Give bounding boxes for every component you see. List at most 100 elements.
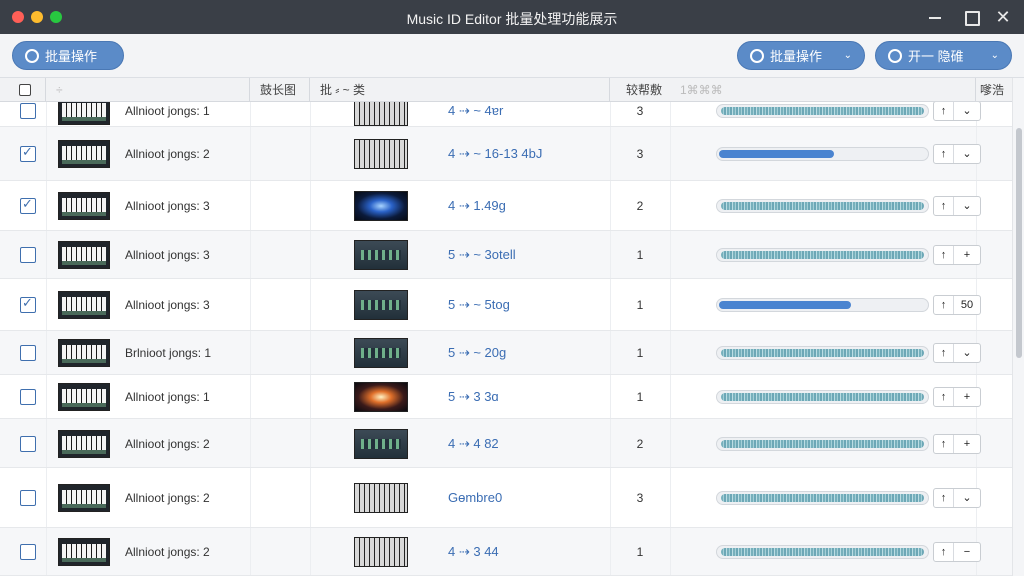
waveform-progress-track[interactable] [716,199,929,213]
row-stepper[interactable]: ↑ − [933,542,981,562]
track-info-link[interactable]: 5 ⇢ ~ 3otell [448,247,516,263]
row-stepper[interactable]: ↑ ⌄ [933,196,981,216]
row-stepper[interactable]: ↑ + [933,245,981,265]
row-checkbox[interactable] [20,196,36,214]
table-row[interactable]: Allnioot jongs: 3 5 ⇢ ~ 3otell 1 ↑ + [0,231,1012,279]
waveform-progress-track[interactable] [716,147,929,161]
table-row[interactable]: Allnioot jongs: 1 5 ⇢ 3 3ɑ 1 ↑ + [0,375,1012,419]
stepper-up-button[interactable]: ↑ [934,344,954,362]
waveform-progress-track[interactable] [716,346,929,360]
waveform [721,494,924,502]
stepper-up-button[interactable]: ↑ [934,246,954,264]
row-stepper[interactable]: ↑ ⌄ [933,343,981,363]
table-row[interactable]: Allnioot jongs: 3 5 ⇢ ~ 5tog 1 ↑50 [0,279,1012,331]
select-all-checkbox[interactable] [19,84,31,96]
stepper-value[interactable]: + [954,388,980,406]
header-select-all[interactable] [0,78,46,102]
track-info-link[interactable]: Gɵmbre0 [448,490,502,505]
scrollbar-thumb[interactable] [1016,128,1022,358]
waveform-progress-track[interactable] [716,248,929,262]
vertical-scrollbar[interactable] [1012,78,1024,576]
stepper-up-button[interactable]: ↑ [934,197,954,215]
column-divider [310,419,311,467]
stepper-value[interactable]: − [954,543,980,561]
stepper-value[interactable]: ⌄ [954,145,980,163]
header-col6[interactable]: 1⌘⌘⌘ [670,78,976,102]
track-info-link[interactable]: 4 ⇢ 4 82 [448,436,499,452]
maximize-icon[interactable] [960,6,982,28]
table-row[interactable]: Allnioot jongs: 3 4 ⇢ 1.49g 2 ↑⌄ [0,181,1012,231]
track-info-link[interactable]: 4 ⇢ 1.49g [448,198,506,214]
row-checkbox[interactable] [20,345,36,361]
track-info-link[interactable]: 4 ⇢ ~ 16-13 4bJ [448,146,542,162]
column-divider [310,127,311,180]
row-stepper[interactable]: ↑ 50 [933,295,981,315]
column-divider [250,331,251,374]
header-col7[interactable]: 嗲浩 [976,78,1012,102]
minimize-icon[interactable] [924,6,946,28]
table-row[interactable]: Allnioot jongs: 2 4 ⇢ 4 82 2 ↑ + [0,419,1012,468]
options-dropdown-label: 开一 隐碓 [908,49,964,64]
waveform-progress-track[interactable] [716,545,929,559]
row-stepper[interactable]: ↑ ⌄ [933,488,981,508]
table-header: ÷ 鼓长图 批 ⸗ ~ 类 较帮敷 1⌘⌘⌘ 嗲浩 [0,78,1012,102]
track-info-link[interactable]: 5 ⇢ 3 3ɑ [448,389,499,405]
table-row[interactable]: Brlnioot jongs: 1 5 ⇢ ~ 20g 1 ↑ ⌄ [0,331,1012,375]
row-stepper[interactable]: ↑ ⌄ [933,144,981,164]
row-checkbox[interactable] [20,490,36,506]
batch-operation-button[interactable]: 批量操作 [12,41,124,70]
track-info-link[interactable]: 5 ⇢ ~ 20g [448,345,506,361]
row-checkbox[interactable] [20,144,36,162]
row-stepper[interactable]: ↑ + [933,433,981,454]
stepper-up-button[interactable]: ↑ [934,102,954,120]
track-thumbnail [58,140,110,168]
table-row[interactable]: Allnioot jongs: 2 Gɵmbre0 3 ↑ ⌄ [0,468,1012,528]
stepper-value[interactable]: 50 [954,296,980,314]
table-row[interactable]: Allnioot jongs: 2 4 ⇢ ~ 16-13 4bJ 3 ↑⌄ [0,127,1012,181]
waveform-progress-track[interactable] [716,298,929,312]
row-stepper[interactable]: ↑ ⌄ [933,102,981,121]
table-row[interactable]: Allnioot jongs: 1 4 ⇢ ~ 4ɐr 3 ↑ ⌄ [0,102,1012,127]
row-checkbox[interactable] [20,102,36,119]
stepper-value[interactable]: ⌄ [954,197,980,215]
options-dropdown[interactable]: 开一 隐碓 ⌄ [875,41,1012,70]
batch-operation-dropdown-label: 批量操作 [770,49,823,64]
stepper-value[interactable]: + [954,246,980,264]
row-checkbox[interactable] [20,389,36,405]
row-stepper[interactable]: ↑ + [933,387,981,407]
waveform [721,106,924,115]
waveform-progress-track[interactable] [716,491,929,505]
stepper-up-button[interactable]: ↑ [934,145,954,163]
close-icon[interactable]: ✕ [992,6,1014,28]
batch-operation-dropdown[interactable]: 批量操作 ⌄ [737,41,865,70]
row-checkbox[interactable] [20,295,36,313]
cover-image [354,537,408,567]
header-col3[interactable]: 鼓长图 [250,78,310,102]
stepper-up-button[interactable]: ↑ [934,489,954,507]
row-checkbox[interactable] [20,435,36,452]
stepper-up-button[interactable]: ↑ [934,543,954,561]
stepper-value[interactable]: ⌄ [954,489,980,507]
row-checkbox[interactable] [20,544,36,560]
row-checkbox[interactable] [20,247,36,263]
header-col4[interactable]: 批 ⸗ ~ 类 [310,78,610,102]
cover-image [354,338,408,368]
waveform-progress-track[interactable] [716,103,929,118]
table-row[interactable]: Allnioot jongs: 2 4 ⇢ 3 44 1 ↑ − [0,528,1012,576]
stepper-value[interactable]: ⌄ [954,102,980,120]
stepper-up-button[interactable]: ↑ [934,434,954,453]
header-col5[interactable]: 较帮敷 [610,78,670,102]
stepper-up-button[interactable]: ↑ [934,296,954,314]
track-info-link[interactable]: 5 ⇢ ~ 5tog [448,297,510,313]
track-info-link[interactable]: 4 ⇢ ~ 4ɐr [448,103,503,119]
stepper-value[interactable]: ⌄ [954,344,980,362]
waveform-progress-track[interactable] [716,390,929,404]
stepper-value[interactable]: + [954,435,980,453]
stepper-up-button[interactable]: ↑ [934,388,954,406]
track-info-link[interactable]: 4 ⇢ 3 44 [448,544,499,560]
waveform-progress-track[interactable] [716,436,929,451]
column-divider [46,231,47,278]
column-divider [46,331,47,374]
header-thumbnail[interactable]: ÷ [46,78,250,102]
cover-image [354,382,408,412]
